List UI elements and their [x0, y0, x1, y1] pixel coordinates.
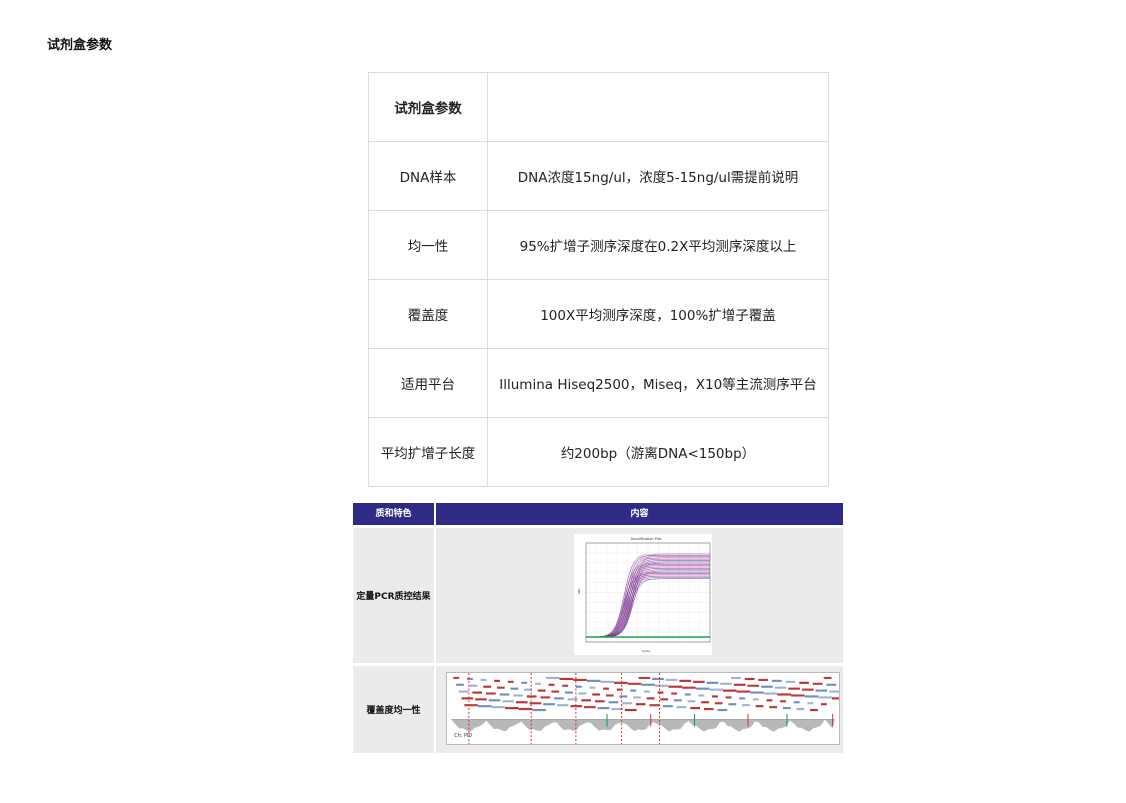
param-value: 95%扩增子测序深度在0.2X平均测序深度以上 — [487, 210, 829, 280]
table-row: DNA样本 DNA浓度15ng/ul，浓度5-15ng/ul需提前说明 — [368, 141, 829, 211]
header-value — [487, 72, 829, 142]
row-label: 覆盖度均一性 — [366, 706, 421, 716]
features-row-pcr: 定量PCR质控结果 Amplification Plot ΔRn Cycle — [353, 528, 843, 663]
param-value: 约200bp（游离DNA<150bp） — [487, 417, 829, 487]
features-image-table: 质和特色 内容 定量PCR质控结果 Amplification Plot ΔRn… — [353, 503, 843, 753]
pcr-plot-xlabel: Cycle — [642, 649, 650, 653]
pcr-plot-ylabel: ΔRn — [577, 588, 581, 594]
features-header-col1: 质和特色 — [375, 509, 412, 519]
features-header: 质和特色 内容 — [353, 503, 843, 525]
param-key: DNA样本 — [368, 141, 488, 211]
param-value: Illumina Hiseq2500，Miseq，X10等主流测序平台 — [487, 348, 829, 418]
amplification-plot: Amplification Plot ΔRn Cycle — [574, 534, 712, 655]
features-row-coverage: 覆盖度均一性 Ch: PID — [353, 666, 843, 753]
table-row: 平均扩增子长度 约200bp（游离DNA<150bp） — [368, 417, 829, 487]
param-key: 适用平台 — [368, 348, 488, 418]
section-title: 试剂盒参数 — [47, 38, 113, 53]
features-header-col2: 内容 — [630, 509, 649, 519]
param-key: 平均扩增子长度 — [368, 417, 488, 487]
header-key: 试剂盒参数 — [368, 72, 488, 142]
row-divider — [434, 528, 436, 663]
param-key: 覆盖度 — [368, 279, 488, 349]
kit-params-table: 试剂盒参数 DNA样本 DNA浓度15ng/ul，浓度5-15ng/ul需提前说… — [368, 72, 829, 487]
param-value: DNA浓度15ng/ul，浓度5-15ng/ul需提前说明 — [487, 141, 829, 211]
pcr-plot-title: Amplification Plot — [631, 537, 662, 541]
table-header-row: 试剂盒参数 — [368, 72, 829, 142]
coverage-uniformity-plot: Ch: PID — [446, 672, 840, 745]
row-label: 定量PCR质控结果 — [356, 592, 431, 602]
row-divider — [434, 666, 436, 753]
coverage-plot-label: Ch: PID — [454, 733, 472, 739]
coverage-depth — [451, 719, 835, 732]
coverage-reads — [453, 676, 839, 712]
table-row: 覆盖度 100X平均测序深度，100%扩增子覆盖 — [368, 279, 829, 349]
param-value: 100X平均测序深度，100%扩增子覆盖 — [487, 279, 829, 349]
table-row: 均一性 95%扩增子测序深度在0.2X平均测序深度以上 — [368, 210, 829, 280]
param-key: 均一性 — [368, 210, 488, 280]
table-row: 适用平台 Illumina Hiseq2500，Miseq，X10等主流测序平台 — [368, 348, 829, 418]
